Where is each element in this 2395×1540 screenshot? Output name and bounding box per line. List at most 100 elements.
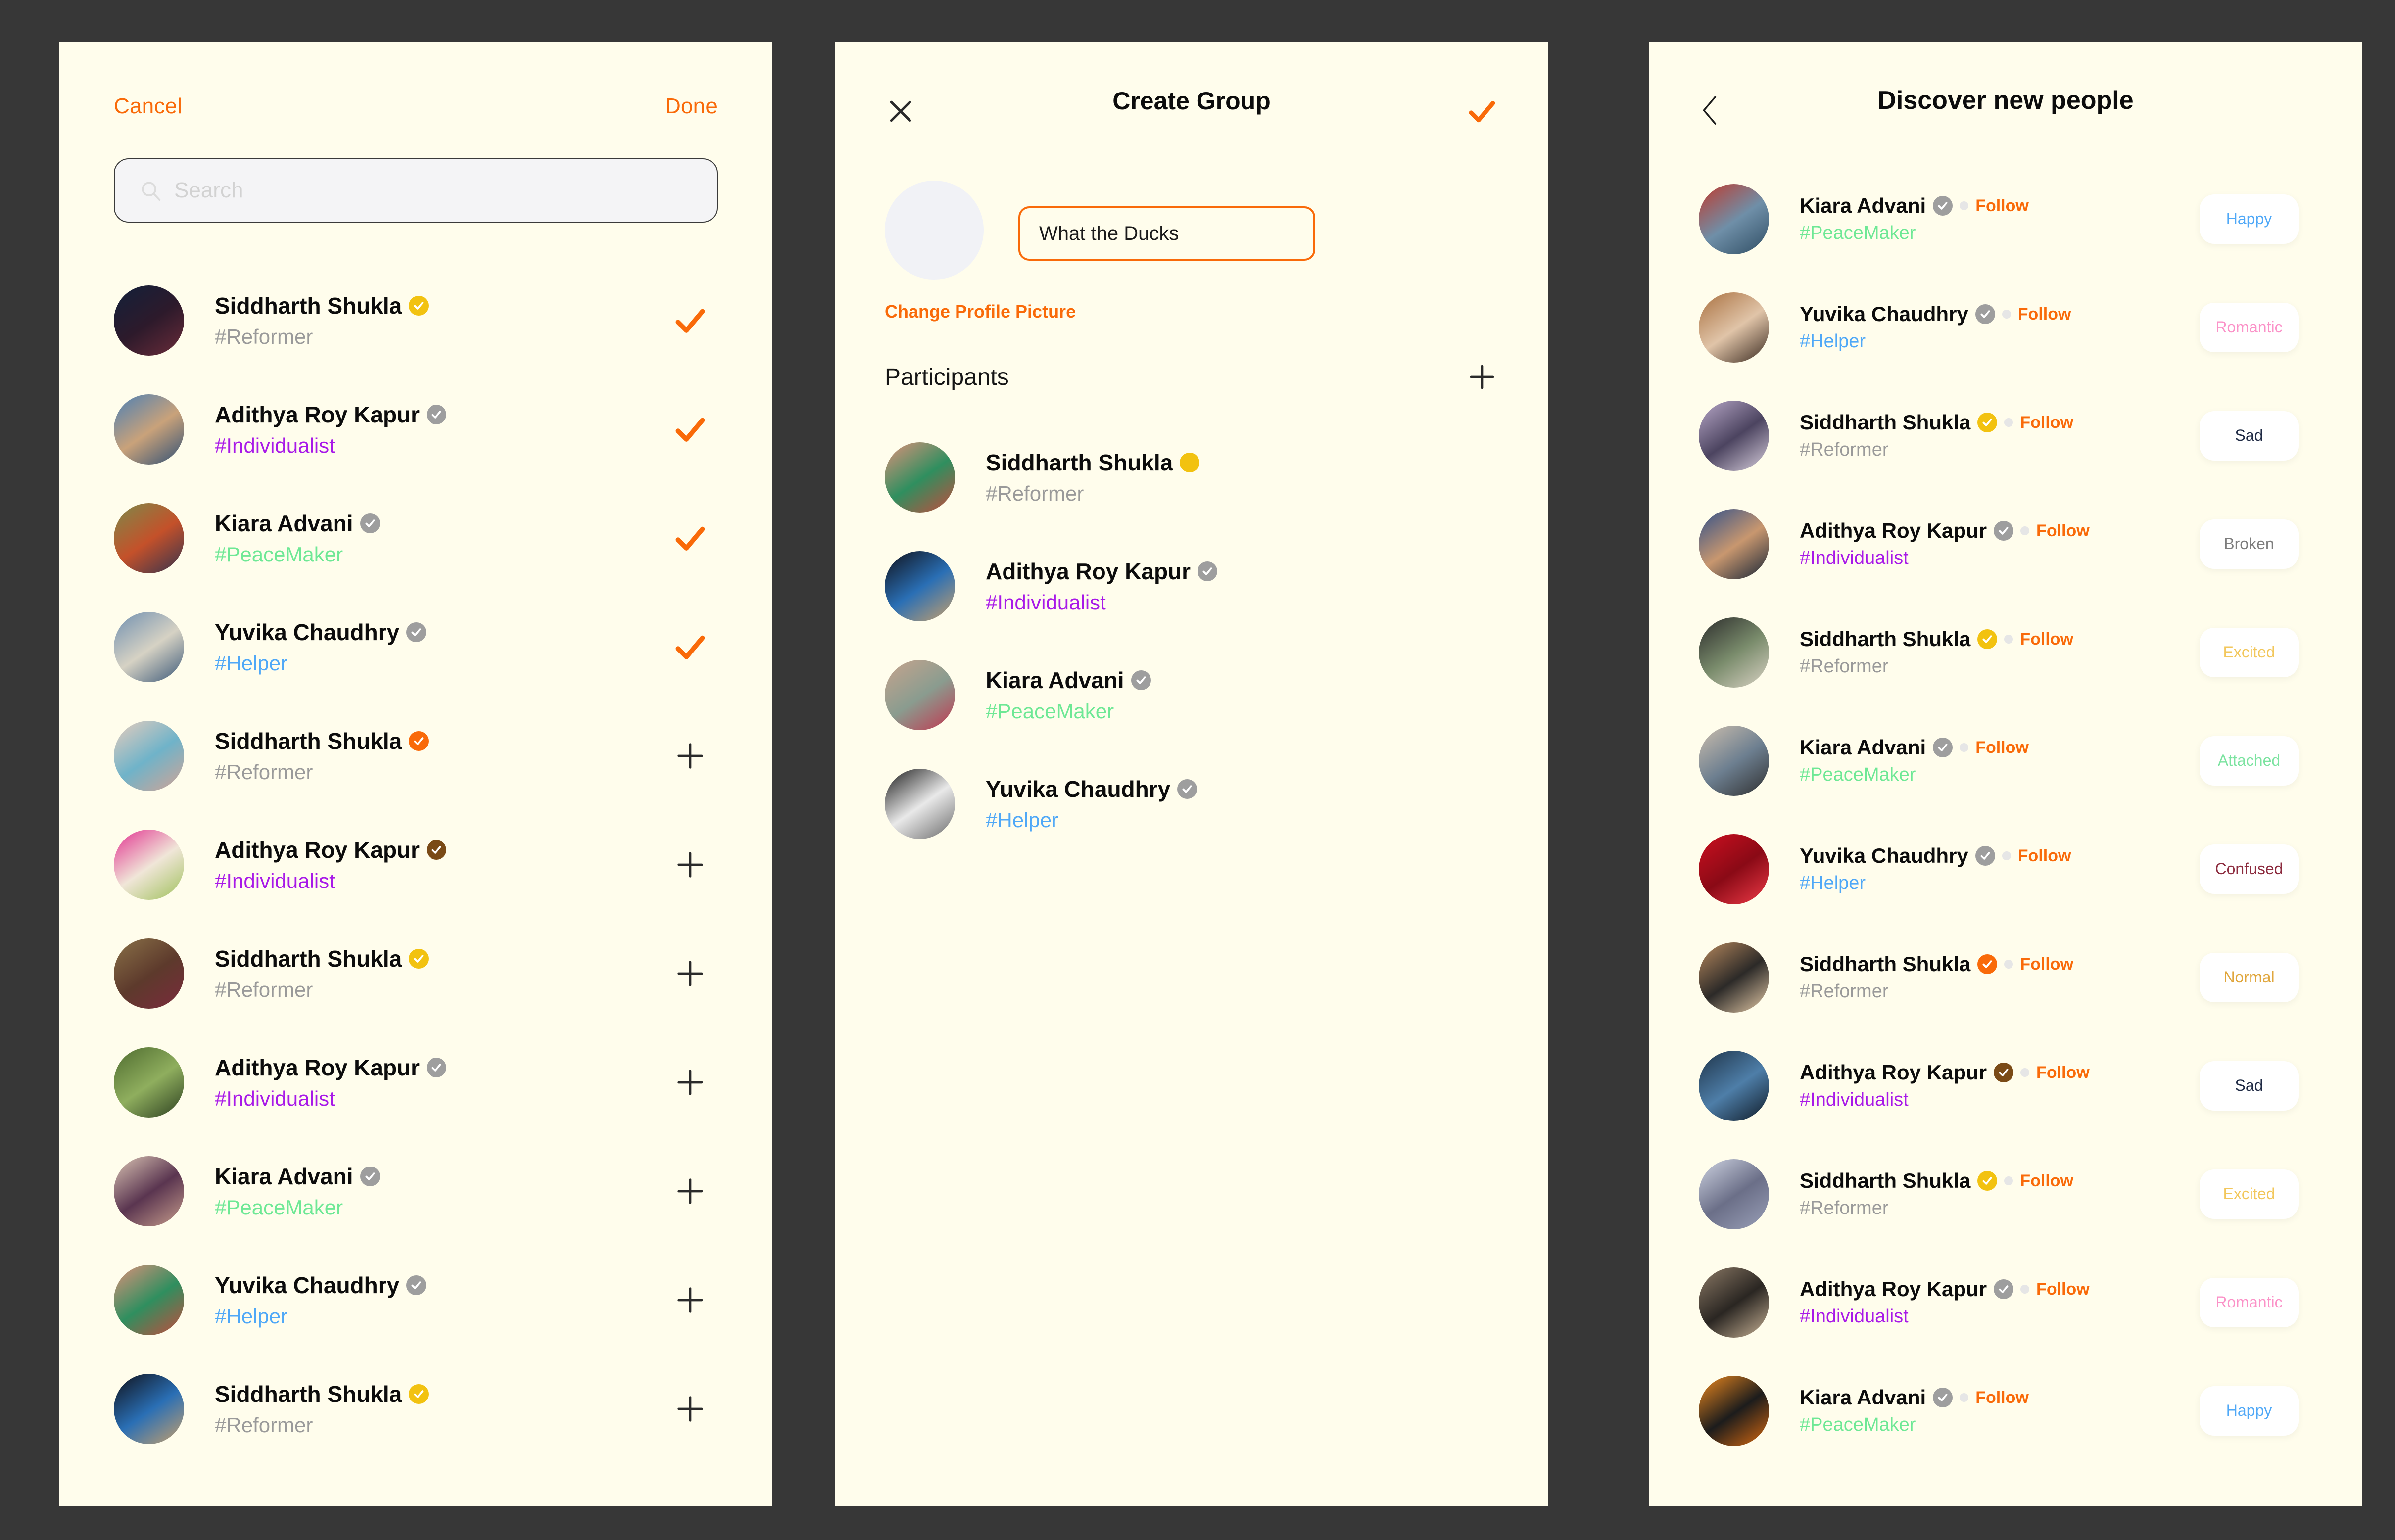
avatar[interactable]	[885, 551, 955, 621]
person-info: Kiara Advani Follow #PeaceMaker	[1800, 736, 2200, 786]
member-list-item[interactable]: Adithya Roy Kapur #Individualist	[59, 375, 772, 484]
done-button[interactable]: Done	[665, 94, 718, 119]
selected-check-icon[interactable]	[663, 302, 718, 339]
follow-button[interactable]: Follow	[2036, 1280, 2090, 1299]
mood-badge[interactable]: Happy	[2200, 1386, 2299, 1436]
follow-button[interactable]: Follow	[2020, 630, 2073, 649]
add-participant-plus-icon[interactable]	[1466, 361, 1498, 393]
member-list-item[interactable]: Siddharth Shukla #Reformer	[59, 919, 772, 1028]
mood-badge[interactable]: Romantic	[2200, 302, 2299, 352]
avatar[interactable]	[1699, 617, 1769, 688]
discover-list-item[interactable]: Kiara Advani Follow #PeaceMaker Happy	[1649, 1356, 2362, 1465]
change-profile-picture-button[interactable]: Change Profile Picture	[835, 280, 1076, 322]
avatar[interactable]	[114, 1265, 184, 1335]
member-list-item[interactable]: Adithya Roy Kapur #Individualist	[59, 1028, 772, 1137]
avatar[interactable]	[114, 1156, 184, 1226]
avatar[interactable]	[1699, 1375, 1769, 1446]
follow-button[interactable]: Follow	[2018, 846, 2071, 866]
member-list-item[interactable]: Yuvika Chaudhry #Helper	[59, 1246, 772, 1354]
add-member-plus-icon[interactable]	[663, 847, 718, 882]
mood-badge[interactable]: Excited	[2200, 1169, 2299, 1219]
avatar[interactable]	[885, 769, 955, 839]
avatar-image	[885, 660, 955, 730]
mood-badge[interactable]: Attached	[2200, 736, 2299, 786]
avatar[interactable]	[1699, 1050, 1769, 1121]
avatar[interactable]	[1699, 1267, 1769, 1338]
follow-button[interactable]: Follow	[1975, 1388, 2029, 1407]
avatar[interactable]	[885, 660, 955, 730]
discover-list-item[interactable]: Adithya Roy Kapur Follow #Individualist Sad	[1649, 1031, 2362, 1140]
avatar[interactable]	[1699, 509, 1769, 579]
cancel-button[interactable]: Cancel	[114, 94, 182, 119]
participant-list-item[interactable]: Kiara Advani #PeaceMaker	[835, 641, 1548, 749]
avatar[interactable]	[1699, 184, 1769, 254]
member-list-item[interactable]: Siddharth Shukla #Reformer	[59, 701, 772, 810]
add-member-plus-icon[interactable]	[663, 739, 718, 773]
avatar[interactable]	[114, 394, 184, 465]
mood-badge[interactable]: Confused	[2200, 844, 2299, 894]
discover-list-item[interactable]: Siddharth Shukla Follow #Reformer Excited	[1649, 1140, 2362, 1248]
member-list-item[interactable]: Siddharth Shukla #Reformer	[59, 1354, 772, 1463]
avatar[interactable]	[114, 721, 184, 791]
mood-badge[interactable]: Happy	[2200, 194, 2299, 244]
discover-list-item[interactable]: Siddharth Shukla Follow #Reformer Sad	[1649, 381, 2362, 490]
selected-check-icon[interactable]	[663, 629, 718, 665]
add-member-plus-icon[interactable]	[663, 1283, 718, 1317]
mood-badge[interactable]: Sad	[2200, 411, 2299, 461]
add-member-plus-icon[interactable]	[663, 1392, 718, 1426]
member-list-item[interactable]: Siddharth Shukla #Reformer	[59, 266, 772, 375]
avatar[interactable]	[114, 1374, 184, 1444]
follow-button[interactable]: Follow	[2020, 955, 2073, 974]
avatar[interactable]	[1699, 942, 1769, 1013]
avatar[interactable]	[1699, 725, 1769, 796]
discover-list-item[interactable]: Kiara Advani Follow #PeaceMaker Attached	[1649, 706, 2362, 815]
avatar[interactable]	[114, 830, 184, 900]
mood-badge[interactable]: Romantic	[2200, 1277, 2299, 1327]
follow-button[interactable]: Follow	[2036, 1063, 2090, 1082]
discover-list-item[interactable]: Siddharth Shukla Follow #Reformer Excited	[1649, 598, 2362, 706]
participant-list-item[interactable]: Siddharth Shukla #Reformer	[835, 423, 1548, 532]
discover-list-item[interactable]: Adithya Roy Kapur Follow #Individualist Bro…	[1649, 490, 2362, 598]
follow-button[interactable]: Follow	[1975, 196, 2029, 216]
follow-button[interactable]: Follow	[2018, 305, 2071, 324]
discover-list-item[interactable]: Siddharth Shukla Follow #Reformer Normal	[1649, 923, 2362, 1031]
avatar[interactable]	[1699, 292, 1769, 363]
avatar[interactable]	[1699, 1159, 1769, 1229]
person-tag: #Reformer	[1800, 656, 1889, 677]
discover-list-item[interactable]: Yuvika Chaudhry Follow #Helper Confused	[1649, 815, 2362, 923]
avatar[interactable]	[114, 503, 184, 573]
discover-list-item[interactable]: Adithya Roy Kapur Follow #Individualist Rom…	[1649, 1248, 2362, 1356]
mood-badge[interactable]: Sad	[2200, 1061, 2299, 1111]
avatar[interactable]	[114, 938, 184, 1009]
person-info: Adithya Roy Kapur Follow #Individualist	[1800, 519, 2200, 569]
group-name-field[interactable]: What the Ducks	[1018, 206, 1315, 261]
member-list-item[interactable]: Yuvika Chaudhry #Helper	[59, 593, 772, 701]
mood-badge[interactable]: Normal	[2200, 952, 2299, 1002]
follow-button[interactable]: Follow	[2020, 413, 2073, 432]
follow-button[interactable]: Follow	[1975, 738, 2029, 757]
participant-list-item[interactable]: Adithya Roy Kapur #Individualist	[835, 532, 1548, 641]
add-member-plus-icon[interactable]	[663, 1174, 718, 1209]
mood-badge[interactable]: Broken	[2200, 519, 2299, 569]
mood-badge[interactable]: Excited	[2200, 627, 2299, 677]
discover-list-item[interactable]: Yuvika Chaudhry Follow #Helper Romantic	[1649, 273, 2362, 381]
follow-button[interactable]: Follow	[2020, 1171, 2073, 1191]
discover-list-item[interactable]: Kiara Advani Follow #PeaceMaker Happy	[1649, 165, 2362, 273]
avatar[interactable]	[1699, 834, 1769, 904]
search-input[interactable]: Search	[114, 158, 718, 223]
avatar[interactable]	[114, 612, 184, 682]
member-list-item[interactable]: Adithya Roy Kapur #Individualist	[59, 810, 772, 919]
group-avatar[interactable]	[885, 181, 984, 280]
avatar[interactable]	[114, 1047, 184, 1118]
selected-check-icon[interactable]	[663, 520, 718, 557]
avatar[interactable]	[1699, 400, 1769, 471]
selected-check-icon[interactable]	[663, 411, 718, 448]
add-member-plus-icon[interactable]	[663, 1065, 718, 1100]
follow-button[interactable]: Follow	[2036, 521, 2090, 541]
member-list-item[interactable]: Kiara Advani #PeaceMaker	[59, 1137, 772, 1246]
participant-list-item[interactable]: Yuvika Chaudhry #Helper	[835, 749, 1548, 858]
add-member-plus-icon[interactable]	[663, 956, 718, 991]
member-list-item[interactable]: Kiara Advani #PeaceMaker	[59, 484, 772, 593]
avatar[interactable]	[885, 442, 955, 513]
avatar[interactable]	[114, 285, 184, 356]
